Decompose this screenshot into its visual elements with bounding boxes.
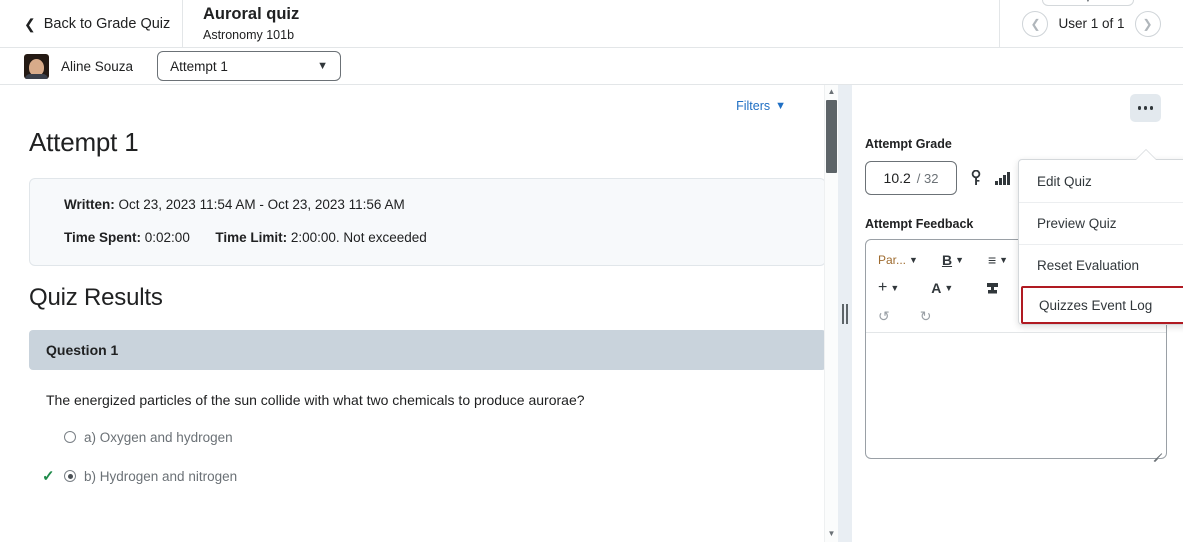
question-header: Question 1 <box>29 330 826 370</box>
attempt-selector-value: Attempt 1 <box>170 58 228 74</box>
grade-input[interactable]: 10.2 / 32 <box>865 161 957 195</box>
avatar-face <box>29 58 44 76</box>
student-name-label: Aline Souza <box>61 58 134 74</box>
avatar-shoulders <box>25 73 48 79</box>
chevron-down-icon: ▼ <box>775 100 786 112</box>
attempt-selector[interactable]: Attempt 1 ▼ <box>157 51 342 81</box>
time-spent-label: Time Spent: <box>64 230 142 246</box>
time-limit-label: Time Limit: <box>215 230 288 246</box>
redo-button[interactable]: ↻ <box>920 308 932 325</box>
filters-button[interactable]: Filters ▼ <box>736 99 786 113</box>
back-to-grade-quiz-button[interactable]: ❮ Back to Grade Quiz <box>0 0 183 47</box>
align-dropdown[interactable]: ≡ ▼ <box>988 252 1008 268</box>
triangle-down-icon[interactable]: ▼ <box>828 530 836 538</box>
grade-quiz-page: ❮ Back to Grade Quiz Auroral quiz Astron… <box>0 0 1183 542</box>
bold-label: B <box>941 252 953 268</box>
feedback-text-area[interactable] <box>866 337 1166 463</box>
grade-out-of-value: / 32 <box>916 170 939 186</box>
more-options-menu: Edit Quiz Preview Quiz Reset Evaluation … <box>1018 159 1183 325</box>
quiz-title-block: Auroral quiz Astronomy 101b <box>183 0 1000 47</box>
chevron-right-circle-icon: ❯ <box>1142 16 1153 31</box>
panel-splitter[interactable] <box>838 85 852 542</box>
grade-score-value: 10.2 <box>883 170 911 186</box>
undo-icon: ↺ <box>878 307 890 324</box>
time-spent-value: 0:02:00 <box>144 230 190 246</box>
chevron-down-icon: ▼ <box>944 283 954 293</box>
avatar <box>24 53 49 79</box>
undo-button[interactable]: ↺ <box>878 308 890 325</box>
written-label: Written: <box>64 197 115 212</box>
insert-dropdown[interactable]: + ▼ <box>878 279 899 297</box>
top-bar: ❮ Back to Grade Quiz Auroral quiz Astron… <box>0 0 1183 48</box>
chevron-down-icon: ▼ <box>909 255 918 265</box>
left-panel-scrollbar[interactable]: ▲ ▼ <box>824 85 838 542</box>
answer-option-a[interactable]: a) Oxygen and hydrogen <box>64 426 808 448</box>
quiz-results-heading: Quiz Results <box>29 284 163 311</box>
scrollbar-thumb[interactable] <box>826 100 837 173</box>
chevron-down-icon: ▼ <box>999 255 1009 265</box>
radio-button-a[interactable] <box>64 431 76 443</box>
time-line: Time Spent: 0:02:00 Time Limit: 2:00:00.… <box>64 228 825 248</box>
chevron-left-icon: ❮ <box>24 15 36 32</box>
menu-pointer <box>1136 150 1156 160</box>
menu-item-quizzes-event-log[interactable]: Quizzes Event Log <box>1021 286 1183 324</box>
menu-item-reset-evaluation[interactable]: Reset Evaluation <box>1019 244 1183 286</box>
menu-item-label: Reset Evaluation <box>1037 258 1140 273</box>
next-user-button[interactable]: ❯ <box>1134 10 1161 37</box>
align-label: ≡ <box>987 252 997 268</box>
chevron-down-icon: ▼ <box>317 60 329 72</box>
answer-option-a-label: a) Oxygen and hydrogen <box>84 429 233 445</box>
format-painter-button[interactable] <box>985 281 1000 296</box>
paragraph-format-dropdown[interactable]: Par... ▼ <box>878 253 918 267</box>
student-bar: Aline Souza Attempt 1 ▼ <box>0 48 1183 85</box>
answer-options: a) Oxygen and hydrogen ✓ b) Hydrogen and… <box>42 426 808 487</box>
chevron-down-icon: ▼ <box>890 283 900 293</box>
check-icon: ✓ <box>42 468 55 485</box>
user-count-label: User 1 of 1 <box>1058 16 1125 31</box>
filters-label: Filters <box>736 99 771 113</box>
course-subtitle: Astronomy 101b <box>203 27 295 42</box>
question-header-label: Question 1 <box>46 342 119 358</box>
font-style-label: A <box>931 280 942 296</box>
insert-label: + <box>878 279 888 296</box>
chevron-left-circle-icon: ❮ <box>1030 16 1041 31</box>
time-limit-value: 2:00:00. Not exceeded <box>290 230 427 246</box>
radio-button-b[interactable] <box>64 470 76 482</box>
attempt-info-box: Written: Oct 23, 2023 11:54 AM - Oct 23,… <box>29 178 826 266</box>
user-navigation: ▼ ❮ User 1 of 1 ❯ <box>1000 0 1183 47</box>
quiz-attempt-panel: Filters ▼ Attempt 1 Written: Oct 23, 202… <box>0 85 838 542</box>
bar-chart-icon[interactable] <box>995 171 1010 185</box>
chevron-down-icon: ▼ <box>1084 0 1093 4</box>
drag-handle-icon <box>842 303 848 324</box>
answer-option-b-label: b) Hydrogen and nitrogen <box>84 468 238 484</box>
font-style-dropdown[interactable]: A ▼ <box>931 280 953 296</box>
bold-button[interactable]: B ▼ <box>942 252 964 268</box>
more-options-icon <box>1137 106 1154 110</box>
resize-handle-icon[interactable] <box>1151 444 1163 463</box>
format-painter-icon <box>987 282 999 293</box>
written-line: Written: Oct 23, 2023 11:54 AM - Oct 23,… <box>64 195 825 215</box>
menu-item-label: Quizzes Event Log <box>1039 297 1153 313</box>
hidden-dropdown-partial[interactable]: ▼ <box>1042 0 1134 6</box>
triangle-up-icon[interactable]: ▲ <box>828 88 836 96</box>
page-title: Auroral quiz <box>203 5 300 24</box>
chevron-down-icon: ▼ <box>955 255 964 265</box>
written-value: Oct 23, 2023 11:54 AM - Oct 23, 2023 11:… <box>118 197 405 212</box>
menu-item-label: Edit Quiz <box>1037 173 1092 189</box>
previous-user-button[interactable]: ❮ <box>1022 10 1049 37</box>
more-options-button[interactable] <box>1130 94 1161 122</box>
paragraph-format-label: Par... <box>878 253 907 267</box>
key-icon[interactable] <box>970 170 982 186</box>
answer-option-b[interactable]: ✓ b) Hydrogen and nitrogen <box>42 465 808 487</box>
question-text: The energized particles of the sun colli… <box>46 392 585 408</box>
redo-icon: ↻ <box>919 307 932 324</box>
attempt-heading: Attempt 1 <box>29 127 139 157</box>
menu-item-label: Preview Quiz <box>1037 216 1117 231</box>
menu-item-edit-quiz[interactable]: Edit Quiz <box>1019 160 1183 202</box>
menu-item-preview-quiz[interactable]: Preview Quiz <box>1019 202 1183 244</box>
back-button-label: Back to Grade Quiz <box>43 15 171 32</box>
